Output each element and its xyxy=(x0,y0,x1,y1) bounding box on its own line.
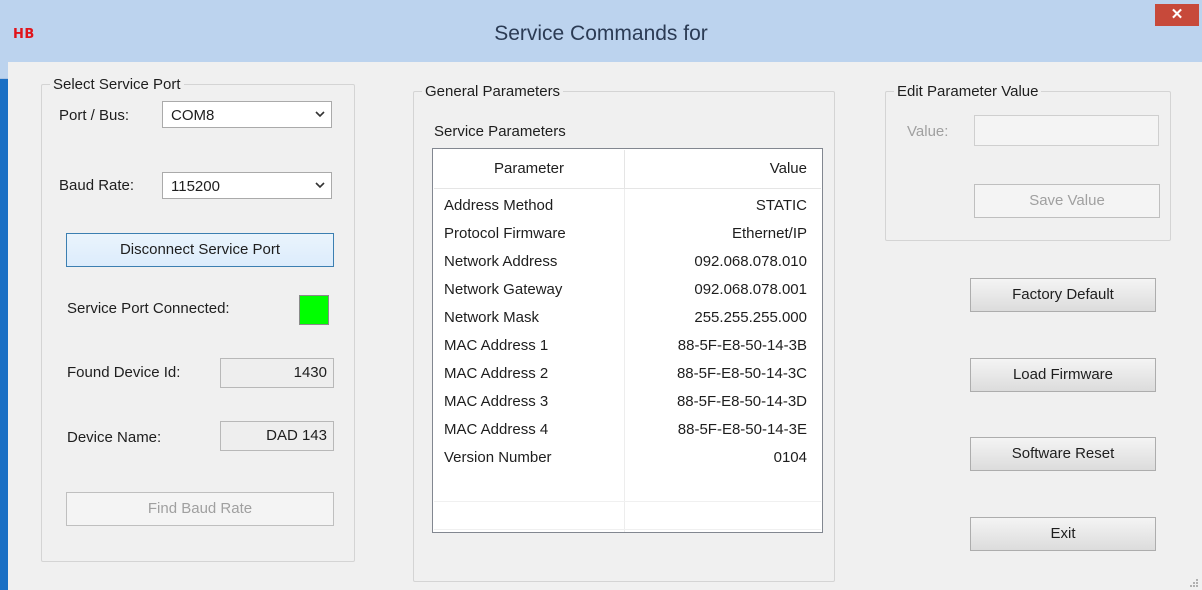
table-row[interactable]: MAC Address 1 88-5F-E8-50-14-3B xyxy=(434,333,821,361)
service-parameters-title: Service Parameters xyxy=(434,123,566,140)
baud-rate-label: Baud Rate: xyxy=(59,177,135,194)
software-reset-label: Software Reset xyxy=(1011,445,1115,462)
table-row[interactable]: Version Number 0104 xyxy=(434,445,821,473)
table-row[interactable]: Address Method STATIC xyxy=(434,193,821,221)
parameter-value-cell: 092.068.078.010 xyxy=(694,253,807,270)
factory-default-button[interactable]: Factory Default xyxy=(970,278,1156,312)
parameter-name-cell: MAC Address 1 xyxy=(444,337,549,354)
parameter-value-cell: 092.068.078.001 xyxy=(694,281,807,298)
found-device-id-field: 1430 xyxy=(220,358,334,388)
edit-parameter-group: Edit Parameter Value xyxy=(885,83,1171,241)
parameter-name-cell: Network Address xyxy=(444,253,558,270)
find-baud-rate-label: Find Baud Rate xyxy=(147,500,253,517)
parameter-value-cell: 88-5F-E8-50-14-3E xyxy=(677,421,807,438)
disconnect-button-label: Disconnect Service Port xyxy=(119,241,281,258)
empty-row xyxy=(434,529,821,558)
service-parameters-list[interactable]: Parameter Value Address Method STATIC Prot… xyxy=(432,148,823,558)
chevron-down-icon xyxy=(315,182,325,189)
close-icon: ✕ xyxy=(1170,6,1184,23)
disconnect-service-port-button[interactable]: Disconnect Service Port xyxy=(66,233,334,267)
baud-rate-value: 115200 xyxy=(171,178,220,195)
table-row[interactable]: Network Address 092.068.078.010 xyxy=(434,249,821,277)
parameter-name-cell: MAC Address 4 xyxy=(444,421,549,438)
value-label: Value: xyxy=(907,123,949,140)
empty-row xyxy=(434,473,821,502)
table-row[interactable]: Network Mask 255.255.255.000 xyxy=(434,305,821,333)
save-value-button[interactable]: Save Value xyxy=(974,184,1160,218)
table-row[interactable]: Network Gateway 092.068.078.001 xyxy=(434,277,821,305)
found-device-id-label: Found Device Id: xyxy=(67,364,181,381)
table-row[interactable]: MAC Address 4 88-5F-E8-50-14-3E xyxy=(434,417,821,445)
parameter-name-cell: Protocol Firmware xyxy=(444,225,566,242)
resize-grip-icon[interactable] xyxy=(1188,577,1198,587)
table-row[interactable]: Protocol Firmware Ethernet/IP xyxy=(434,221,821,249)
window-title: Service Commands for xyxy=(494,22,708,45)
find-baud-rate-button[interactable]: Find Baud Rate xyxy=(66,492,334,526)
baud-rate-select[interactable]: 115200 xyxy=(162,172,332,199)
empty-row xyxy=(434,501,821,530)
device-name-field: DAD 143 xyxy=(220,421,334,451)
load-firmware-button[interactable]: Load Firmware xyxy=(970,358,1156,392)
close-button[interactable]: ✕ xyxy=(1155,4,1199,26)
parameter-value-input[interactable] xyxy=(974,115,1159,146)
port-bus-value: COM8 xyxy=(171,107,215,124)
exit-button[interactable]: Exit xyxy=(970,517,1156,551)
edit-parameter-legend: Edit Parameter Value xyxy=(894,83,1042,100)
parameter-name-cell: Version Number xyxy=(444,449,552,466)
exit-label: Exit xyxy=(1050,525,1076,542)
table-row[interactable]: MAC Address 3 88-5F-E8-50-14-3D xyxy=(434,389,821,417)
parameter-value-cell: STATIC xyxy=(755,197,807,214)
parameter-name-cell: Network Mask xyxy=(444,309,540,326)
parameter-value-cell: 88-5F-E8-50-14-3C xyxy=(676,365,807,382)
parameter-value-cell: Ethernet/IP xyxy=(731,225,807,242)
factory-default-label: Factory Default xyxy=(1012,286,1114,303)
window-frame: HB Service Commands for ✕ Select Service… xyxy=(0,0,1202,590)
parameter-name-cell: MAC Address 3 xyxy=(444,393,549,410)
column-header-parameter[interactable]: Parameter xyxy=(434,150,625,188)
dialog-client-area: Select Service Port Port / Bus: COM8 Bau… xyxy=(8,62,1202,590)
parameter-value-cell: 88-5F-E8-50-14-3B xyxy=(677,337,807,354)
port-bus-select[interactable]: COM8 xyxy=(162,101,332,128)
chevron-down-icon xyxy=(315,111,325,118)
service-port-connected-label: Service Port Connected: xyxy=(67,300,230,317)
parameter-name-cell: MAC Address 2 xyxy=(444,365,549,382)
parameter-name-cell: Address Method xyxy=(444,197,554,214)
parameter-name-cell: Network Gateway xyxy=(444,281,563,298)
connection-status-indicator xyxy=(299,295,329,325)
table-row[interactable]: MAC Address 2 88-5F-E8-50-14-3C xyxy=(434,361,821,389)
device-name-label: Device Name: xyxy=(67,429,162,446)
column-header-value[interactable]: Value xyxy=(625,150,807,188)
general-parameters-legend: General Parameters xyxy=(422,83,564,100)
save-value-label: Save Value xyxy=(1029,192,1105,209)
software-reset-button[interactable]: Software Reset xyxy=(970,437,1156,471)
parameter-value-cell: 255.255.255.000 xyxy=(694,309,807,326)
service-port-legend: Select Service Port xyxy=(50,76,184,93)
list-header: Parameter Value xyxy=(434,150,821,189)
port-bus-label: Port / Bus: xyxy=(59,107,130,124)
parameter-value-cell: 0104 xyxy=(773,449,807,466)
load-firmware-label: Load Firmware xyxy=(1012,366,1114,383)
parameter-value-cell: 88-5F-E8-50-14-3D xyxy=(676,393,807,410)
